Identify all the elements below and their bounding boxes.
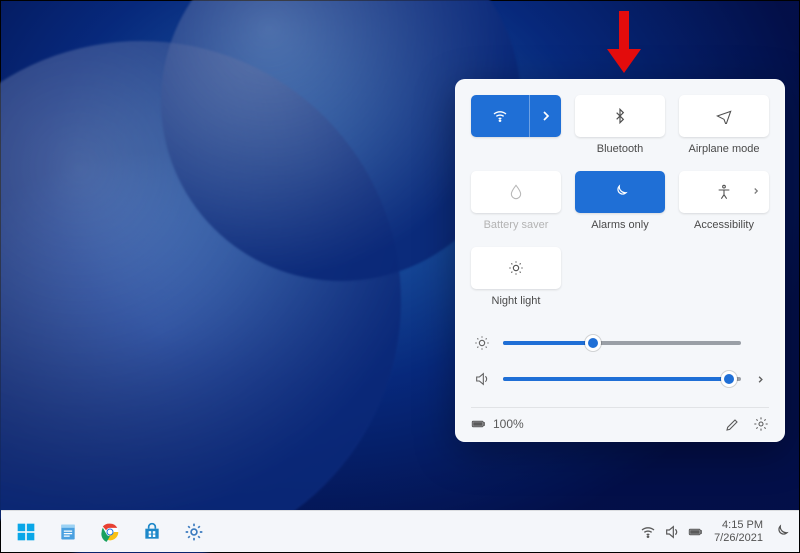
- start-button[interactable]: [7, 515, 45, 549]
- accessibility-icon: [716, 184, 732, 200]
- night-light-icon: [508, 260, 524, 276]
- battery-percent-text: 100%: [493, 417, 524, 431]
- battery-saver-label: Battery saver: [484, 219, 549, 233]
- taskbar: 4:15 PM 7/26/2021: [1, 510, 799, 552]
- wifi-expand-button[interactable]: [529, 95, 561, 137]
- chevron-right-icon: [751, 186, 761, 198]
- notepad-app-button[interactable]: [49, 515, 87, 549]
- focus-assist-label: Alarms only: [591, 219, 648, 233]
- volume-expand-button[interactable]: [753, 374, 767, 385]
- taskbar-system-tray: 4:15 PM 7/26/2021: [640, 519, 789, 545]
- battery-saver-icon: [508, 184, 524, 200]
- brightness-slider[interactable]: [503, 334, 741, 352]
- focus-assist-tray-icon[interactable]: [773, 524, 789, 540]
- accessibility-label: Accessibility: [694, 219, 754, 233]
- battery-saver-tile[interactable]: [471, 171, 561, 213]
- bluetooth-tile[interactable]: [575, 95, 665, 137]
- quick-settings-footer: 100%: [471, 407, 769, 432]
- moon-icon: [612, 184, 628, 200]
- airplane-icon: [716, 108, 732, 124]
- clock-time: 4:15 PM: [714, 519, 763, 532]
- volume-slider[interactable]: [503, 370, 741, 388]
- settings-app-button[interactable]: [175, 515, 213, 549]
- wifi-icon: [492, 108, 508, 124]
- quick-settings-panel: Bluetooth Airplane mode: [455, 79, 785, 442]
- tray-battery-icon[interactable]: [688, 524, 704, 540]
- tray-wifi-icon[interactable]: [640, 524, 656, 540]
- focus-assist-tile[interactable]: [575, 171, 665, 213]
- taskbar-clock[interactable]: 4:15 PM 7/26/2021: [714, 519, 763, 545]
- desktop: Bluetooth Airplane mode: [0, 0, 800, 553]
- battery-icon: [471, 416, 487, 432]
- edit-quick-settings-button[interactable]: [725, 416, 741, 432]
- volume-icon: [473, 371, 491, 387]
- tray-volume-icon[interactable]: [664, 524, 680, 540]
- sliders-section: [471, 321, 769, 399]
- bluetooth-icon: [612, 108, 628, 124]
- accessibility-tile[interactable]: [679, 171, 769, 213]
- clock-date: 7/26/2021: [714, 532, 763, 545]
- settings-button[interactable]: [753, 416, 769, 432]
- chrome-app-button[interactable]: [91, 515, 129, 549]
- wifi-toggle[interactable]: [471, 95, 529, 137]
- night-light-label: Night light: [492, 295, 541, 309]
- annotation-arrow: [607, 11, 641, 81]
- taskbar-pinned-apps: [7, 515, 213, 549]
- night-light-tile[interactable]: [471, 247, 561, 289]
- airplane-mode-label: Airplane mode: [689, 143, 760, 157]
- wifi-tile[interactable]: [471, 95, 561, 137]
- airplane-mode-tile[interactable]: [679, 95, 769, 137]
- quick-settings-grid: Bluetooth Airplane mode: [471, 95, 769, 317]
- brightness-icon: [473, 335, 491, 351]
- chevron-right-icon: [538, 108, 554, 124]
- bluetooth-label: Bluetooth: [597, 143, 643, 157]
- store-app-button[interactable]: [133, 515, 171, 549]
